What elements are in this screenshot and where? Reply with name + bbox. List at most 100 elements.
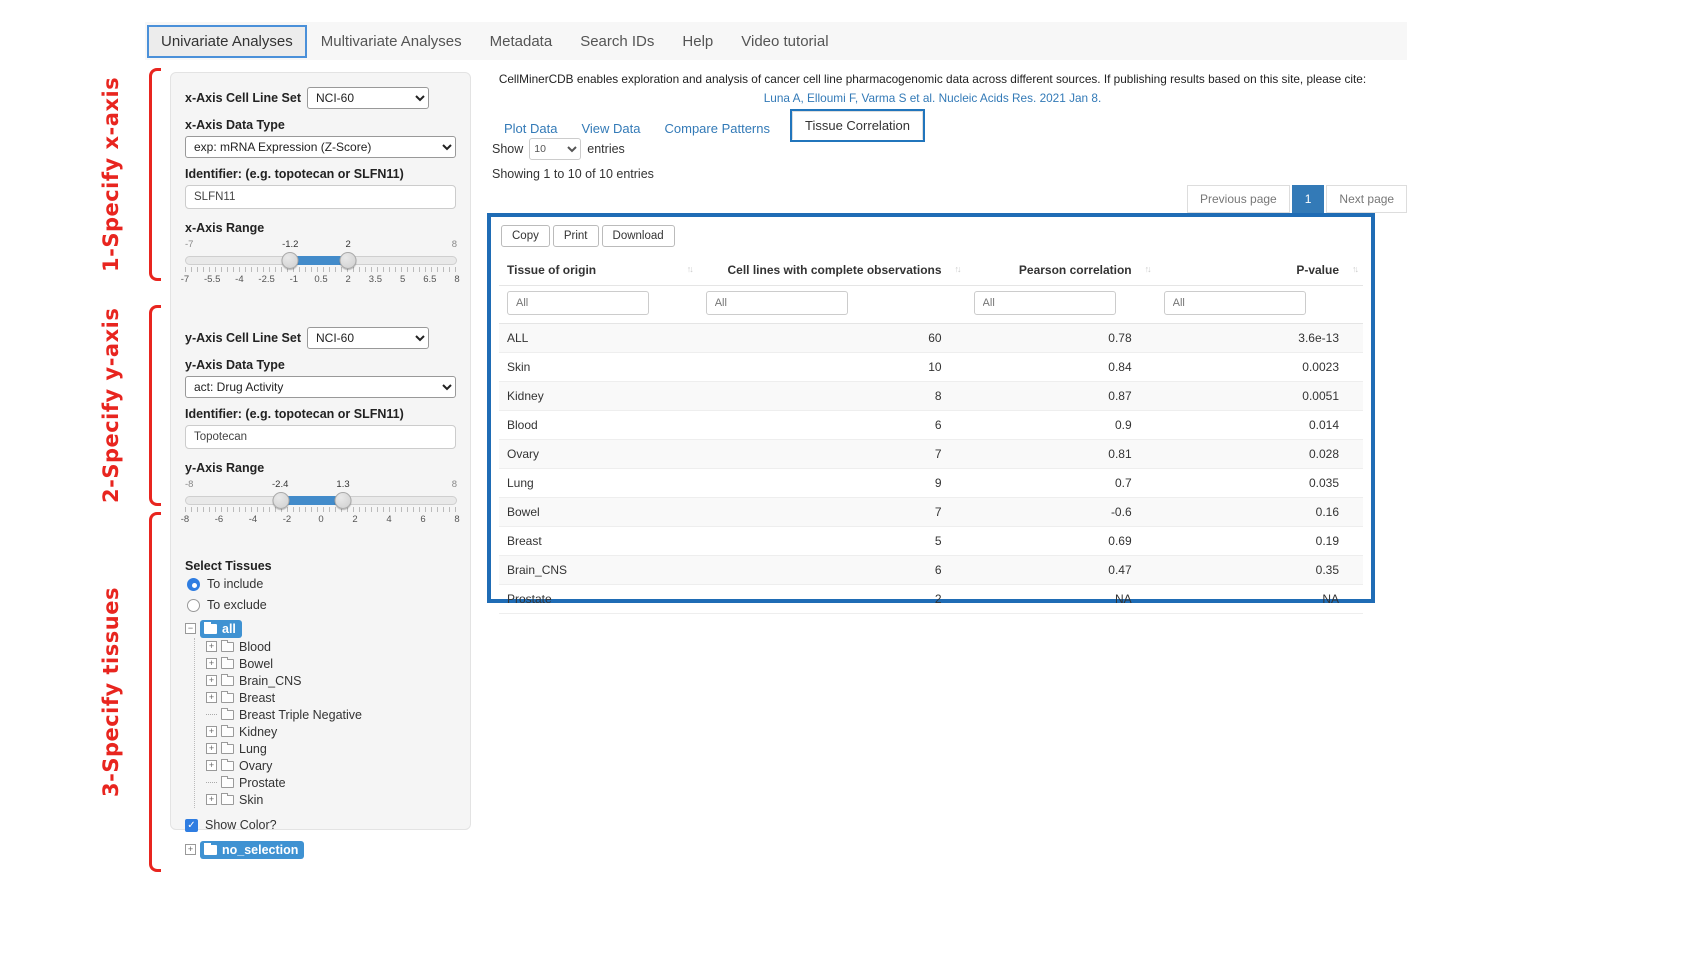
folder-icon — [221, 761, 234, 771]
previous-page-button[interactable]: Previous page — [1187, 185, 1290, 213]
page-size-select[interactable]: 10 — [529, 138, 581, 160]
next-page-button[interactable]: Next page — [1326, 185, 1407, 213]
tree-node-ovary[interactable]: + Ovary — [206, 757, 456, 774]
download-button[interactable]: Download — [602, 225, 675, 247]
x-cell-line-set-select[interactable]: NCI-60 — [307, 87, 429, 109]
tree-node-no-selection-label: no_selection — [222, 843, 298, 857]
tree-node-brain-cns[interactable]: +Brain_CNS — [206, 672, 456, 689]
slider-tick-label: 5 — [400, 274, 405, 285]
y-range-slider[interactable]: -88-2.41.3-8-6-4-202468 — [185, 479, 457, 535]
slider-tick-label: -1 — [290, 274, 298, 285]
expand-icon[interactable]: + — [185, 844, 196, 855]
n-cell: 7 — [698, 498, 966, 527]
table-row-skin[interactable]: Skin100.840.0023 — [499, 353, 1363, 382]
print-button[interactable]: Print — [553, 225, 599, 247]
n-cell: 10 — [698, 353, 966, 382]
expand-icon[interactable]: + — [206, 794, 217, 805]
tab-compare-patterns[interactable]: Compare Patterns — [653, 115, 783, 142]
expand-icon[interactable]: + — [206, 658, 217, 669]
folder-icon — [221, 778, 234, 788]
x-data-type-select[interactable]: exp: mRNA Expression (Z-Score) — [185, 136, 456, 158]
filter-input-cell-lines-with-complete-observations[interactable] — [706, 291, 848, 315]
copy-button[interactable]: Copy — [501, 225, 550, 247]
table-row-prostate[interactable]: Prostate2NANA — [499, 585, 1363, 614]
expand-icon[interactable]: + — [206, 641, 217, 652]
column-header-p-value[interactable]: P-value↑↓ — [1156, 255, 1363, 286]
filter-input-p-value[interactable] — [1164, 291, 1306, 315]
tissue-tree: − all + Blood+Bowel+Brain_CNS+Breast Breas… — [185, 619, 456, 808]
slider-handle-low[interactable] — [272, 492, 289, 509]
slider-handle-high[interactable] — [334, 492, 351, 509]
x-identifier-input[interactable] — [185, 185, 456, 209]
y-identifier-input[interactable] — [185, 425, 456, 449]
nav-item-metadata[interactable]: Metadata — [476, 25, 567, 58]
tab-tissue-correlation[interactable]: Tissue Correlation — [792, 111, 923, 140]
tree-node-bowel[interactable]: +Bowel — [206, 655, 456, 672]
column-header-pearson-correlation[interactable]: Pearson correlation↑↓ — [966, 255, 1156, 286]
column-header-tissue-of-origin[interactable]: Tissue of origin↑↓ — [499, 255, 698, 286]
sort-icon[interactable]: ↑↓ — [1352, 264, 1357, 274]
citation-link[interactable]: Luna A, Elloumi F, Varma S et al. Nuclei… — [490, 91, 1375, 105]
tree-node-kidney[interactable]: +Kidney — [206, 723, 456, 740]
folder-icon — [204, 845, 217, 855]
tree-node-skin[interactable]: +Skin — [206, 791, 456, 808]
tree-node-label: Blood — [239, 640, 271, 654]
table-row-all[interactable]: ALL600.783.6e-13 — [499, 324, 1363, 353]
top-nav: Univariate AnalysesMultivariate Analyses… — [145, 22, 1407, 60]
step2-bracket — [149, 305, 161, 506]
slider-handle-low[interactable] — [282, 252, 299, 269]
expand-icon[interactable]: + — [206, 675, 217, 686]
column-header-cell-lines-with-complete-observations[interactable]: Cell lines with complete observations↑↓ — [698, 255, 966, 286]
nav-item-multivariate-analyses[interactable]: Multivariate Analyses — [307, 25, 476, 58]
tree-node-breast[interactable]: +Breast — [206, 689, 456, 706]
tree-node-all-label: all — [222, 622, 236, 636]
tree-node-lung[interactable]: + Lung — [206, 740, 456, 757]
expand-icon[interactable]: + — [206, 743, 217, 754]
p-cell: 0.16 — [1156, 498, 1363, 527]
radio-selected-icon — [187, 578, 200, 591]
filter-input-pearson-correlation[interactable] — [974, 291, 1116, 315]
nav-item-video-tutorial[interactable]: Video tutorial — [727, 25, 842, 58]
expand-icon[interactable]: + — [206, 760, 217, 771]
slider-rail[interactable] — [185, 496, 457, 505]
table-row-ovary[interactable]: Ovary70.810.028 — [499, 440, 1363, 469]
nav-item-univariate-analyses[interactable]: Univariate Analyses — [147, 25, 307, 58]
table-row-brain-cns[interactable]: Brain_CNS60.470.35 — [499, 556, 1363, 585]
slider-tick-label: 8 — [454, 514, 459, 525]
x-range-slider[interactable]: -78-1.22-7-5.5-4-2.5-10.523.556.58 — [185, 239, 457, 295]
folder-icon — [221, 642, 234, 652]
slider-rail[interactable] — [185, 256, 457, 265]
show-color-checkbox-row[interactable]: ✓ Show Color? — [185, 818, 456, 832]
tissue-include-radio[interactable]: To include — [187, 577, 456, 591]
y-cell-line-set-select[interactable]: NCI-60 — [307, 327, 429, 349]
sort-icon[interactable]: ↑↓ — [1145, 264, 1150, 274]
tissue-exclude-radio[interactable]: To exclude — [187, 598, 456, 612]
nav-item-help[interactable]: Help — [668, 25, 727, 58]
table-row-lung[interactable]: Lung90.70.035 — [499, 469, 1363, 498]
expand-icon[interactable]: + — [206, 726, 217, 737]
filter-input-tissue-of-origin[interactable] — [507, 291, 649, 315]
slider-tick-label: 2 — [352, 514, 357, 525]
tissue-cell: Bowel — [499, 498, 698, 527]
sort-icon[interactable]: ↑↓ — [687, 264, 692, 274]
table-row-blood[interactable]: Blood60.90.014 — [499, 411, 1363, 440]
table-row-bowel[interactable]: Bowel7-0.60.16 — [499, 498, 1363, 527]
tree-node-blood[interactable]: + Blood — [206, 638, 456, 655]
tree-node-breast-triple-negative[interactable]: Breast Triple Negative — [206, 706, 456, 723]
tree-node-all[interactable]: − all — [185, 619, 456, 638]
nav-item-search-ids[interactable]: Search IDs — [566, 25, 668, 58]
y-data-type-select[interactable]: act: Drug Activity — [185, 376, 456, 398]
table-row-kidney[interactable]: Kidney80.870.0051 — [499, 382, 1363, 411]
tissue-cell: Kidney — [499, 382, 698, 411]
tree-node-label: Lung — [239, 742, 267, 756]
tree-node-label: Ovary — [239, 759, 272, 773]
table-row-breast[interactable]: Breast50.690.19 — [499, 527, 1363, 556]
expand-icon[interactable]: + — [206, 692, 217, 703]
collapse-icon[interactable]: − — [185, 623, 196, 634]
sort-icon[interactable]: ↑↓ — [955, 264, 960, 274]
tree-node-no-selection[interactable]: + no_selection — [185, 840, 456, 859]
tree-node-label: Breast Triple Negative — [239, 708, 362, 722]
tree-node-prostate[interactable]: Prostate — [206, 774, 456, 791]
slider-handle-high[interactable] — [340, 252, 357, 269]
page-1-button[interactable]: 1 — [1292, 185, 1325, 213]
